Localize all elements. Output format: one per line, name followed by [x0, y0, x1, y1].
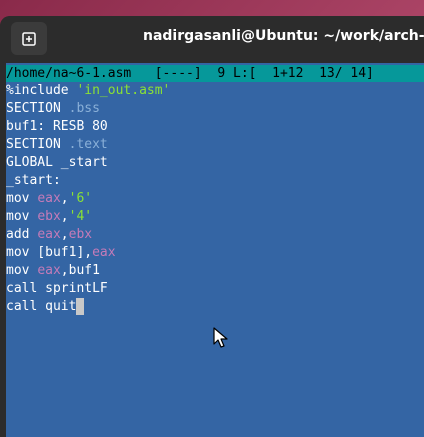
code-token: eax: [37, 191, 61, 206]
code-token: '4': [68, 209, 93, 224]
code-token: .bss: [68, 101, 100, 116]
text-cursor: [76, 298, 85, 315]
code-token: mov: [6, 191, 38, 206]
code-token: add: [6, 227, 38, 242]
code-line: _start:: [6, 172, 424, 190]
code-token: SECTION: [6, 137, 69, 152]
code-token: _start:: [6, 173, 61, 188]
code-token: mov: [6, 263, 38, 278]
code-line: %include 'in_out.asm': [6, 82, 424, 100]
code-token: eax: [37, 263, 61, 278]
terminal-window: nadirgasanli@Ubuntu: ~/work/arch-pc/l /h…: [0, 16, 424, 437]
code-line: SECTION .bss: [6, 100, 424, 118]
code-line: mov ebx,'4': [6, 208, 424, 226]
code-line: mov eax,buf1: [6, 262, 424, 280]
code-token: ebx: [68, 227, 93, 242]
code-token: SECTION: [6, 101, 69, 116]
code-line: mov eax,'6': [6, 190, 424, 208]
editor-status-bar: /home/na~6-1.asm [----] 9 L:[ 1+12 13/ 1…: [6, 65, 424, 82]
code-line: SECTION .text: [6, 136, 424, 154]
status-line-info: L:[ 1+12 13/ 14]: [233, 66, 374, 81]
status-column: 9: [217, 66, 226, 81]
status-flags: [----]: [154, 66, 202, 81]
code-token: .text: [68, 137, 108, 152]
code-token: buf1: RESB 80: [6, 119, 108, 134]
status-file-path: /home/na~6-1.asm: [6, 66, 132, 81]
code-token: eax: [92, 245, 116, 260]
new-tab-icon: [22, 31, 36, 46]
code-token: ,: [60, 191, 69, 206]
terminal-area[interactable]: /home/na~6-1.asm [----] 9 L:[ 1+12 13/ 1…: [6, 63, 424, 437]
code-token: call quit: [6, 299, 77, 314]
code-token: ebx: [37, 209, 61, 224]
code-token: GLOBAL _start: [6, 155, 108, 170]
new-tab-button[interactable]: [11, 22, 47, 55]
code-line: GLOBAL _start: [6, 154, 424, 172]
code-line: call sprintLF: [6, 280, 424, 298]
window-title: nadirgasanli@Ubuntu: ~/work/arch-pc/l: [143, 28, 424, 44]
code-token: '6': [68, 191, 93, 206]
code-token: ,: [60, 209, 69, 224]
code-line: buf1: RESB 80: [6, 118, 424, 136]
code-token: ,: [60, 227, 69, 242]
code-token: ,buf1: [60, 263, 100, 278]
code-token: eax: [37, 227, 61, 242]
code-token: mov [buf1],: [6, 245, 93, 260]
code-token: mov: [6, 209, 38, 224]
code-line: call quit: [6, 298, 424, 316]
title-bar[interactable]: nadirgasanli@Ubuntu: ~/work/arch-pc/l: [0, 16, 424, 63]
code-token: %include: [6, 83, 77, 98]
code-token: 'in_out.asm': [76, 83, 171, 98]
code-line: add eax,ebx: [6, 226, 424, 244]
code-line: mov [buf1],eax: [6, 244, 424, 262]
code-token: call sprintLF: [6, 281, 108, 296]
code-editor[interactable]: %include 'in_out.asm' SECTION .bss buf1: R…: [6, 82, 424, 316]
mouse-pointer-icon: [213, 327, 228, 348]
